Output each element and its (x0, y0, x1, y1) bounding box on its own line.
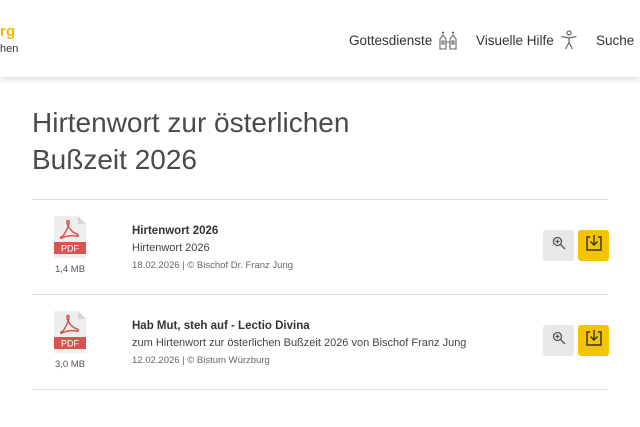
document-info: Hab Mut, steh auf - Lectio Divina zum Hi… (132, 319, 532, 367)
download-icon (585, 329, 603, 352)
document-meta: 18.02.2026 | © Bischof Dr. Franz Jung (132, 260, 294, 271)
pdf-file-icon[interactable]: PDF (54, 311, 86, 353)
preview-button[interactable] (543, 230, 574, 261)
document-subtitle: Hirtenwort 2026 (132, 242, 210, 254)
document-info: Hirtenwort 2026 Hirtenwort 2026 18.02.20… (132, 224, 532, 272)
download-button[interactable] (578, 230, 609, 261)
download-icon (585, 234, 603, 257)
preview-button[interactable] (543, 325, 574, 356)
site-header: rg hen Gottesdienste Visuelle Hilfe Such… (0, 0, 640, 77)
nav-item-label: Gottesdienste (349, 32, 433, 48)
nav-item-suche[interactable]: Suche (596, 27, 634, 53)
accessibility-icon (560, 30, 578, 50)
file-size: 3,0 MB (54, 359, 86, 370)
document-row: PDF 1,4 MB Hirtenwort 2026 Hirtenwort 20… (32, 200, 609, 295)
nav-item-gottesdienste[interactable]: Gottesdienste (349, 27, 458, 53)
pdf-badge-label: PDF (61, 339, 80, 349)
document-title[interactable]: Hab Mut, steh auf - Lectio Divina (132, 319, 532, 333)
document-row: PDF 3,0 MB Hab Mut, steh auf - Lectio Di… (32, 295, 609, 390)
pdf-badge-label: PDF (61, 244, 80, 254)
zoom-in-icon (552, 236, 566, 255)
page-title: Hirtenwort zur österlichen Bußzeit 2026 (32, 107, 350, 175)
nav-item-label: Visuelle Hilfe (476, 32, 554, 48)
document-list: PDF 1,4 MB Hirtenwort 2026 Hirtenwort 20… (32, 199, 609, 390)
document-subtitle: zum Hirtenwort zur österlichen Bußzeit 2… (132, 337, 467, 349)
pdf-file-icon[interactable]: PDF (54, 216, 86, 258)
main-navigation: Gottesdienste Visuelle Hilfe Suche (0, 27, 640, 53)
nav-item-visuelle-hilfe[interactable]: Visuelle Hilfe (476, 27, 578, 53)
document-meta: 12.02.2026 | © Bistum Würzburg (132, 355, 270, 366)
church-icon (438, 30, 458, 50)
nav-item-label: Suche (596, 32, 635, 48)
document-title[interactable]: Hirtenwort 2026 (132, 224, 532, 238)
file-size: 1,4 MB (54, 264, 86, 275)
zoom-in-icon (552, 331, 566, 350)
download-button[interactable] (578, 325, 609, 356)
